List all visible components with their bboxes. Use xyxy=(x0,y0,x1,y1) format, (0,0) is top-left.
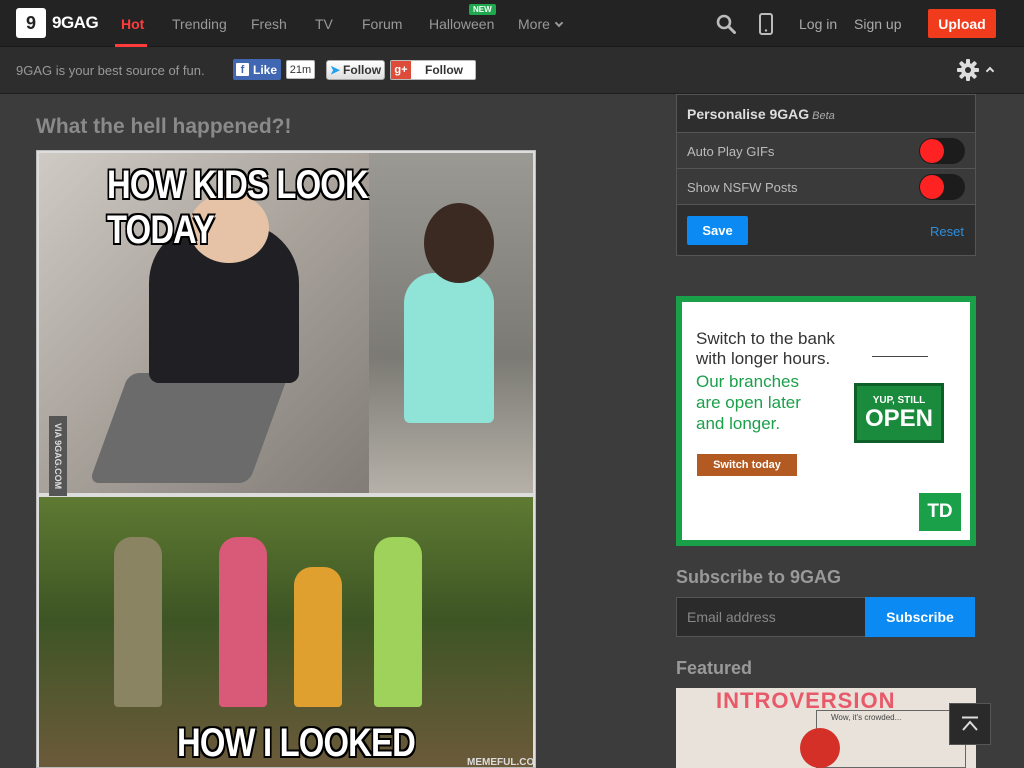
td-bank-ad[interactable]: Switch to the bank with longer hours. Ou… xyxy=(676,296,976,546)
subscribe-button[interactable]: Subscribe xyxy=(865,597,975,637)
nav-tv[interactable]: TV xyxy=(315,16,333,32)
reset-link[interactable]: Reset xyxy=(930,224,964,239)
back-to-top-button[interactable] xyxy=(949,703,991,745)
sign-big-text: OPEN xyxy=(864,404,933,432)
featured-caption: Wow, it's crowded... xyxy=(831,713,902,722)
facebook-like-button[interactable]: f Like xyxy=(233,59,281,80)
new-badge: NEW xyxy=(469,4,496,15)
ad-subline-1: Our branches xyxy=(696,372,799,391)
featured-title: Featured xyxy=(676,658,753,678)
facebook-like-label: Like xyxy=(253,62,278,77)
google-plus-follow-label: Follow xyxy=(425,63,463,77)
nav-hot[interactable]: Hot xyxy=(121,16,144,32)
top-navbar: 9 9GAG Hot Trending Fresh TV Forum NEW H… xyxy=(0,0,1024,47)
show-nsfw-row: Show NSFW Posts xyxy=(677,169,975,205)
ad-subline-2: are open later xyxy=(696,393,801,412)
search-icon[interactable] xyxy=(716,14,736,34)
ad-headline-2: with longer hours. xyxy=(696,349,831,368)
autoplay-gifs-toggle[interactable] xyxy=(919,138,965,164)
mobile-icon[interactable] xyxy=(759,13,773,35)
meme-top-caption: HOW KIDS LOOK TODAY xyxy=(107,163,369,252)
show-nsfw-toggle[interactable] xyxy=(919,174,965,200)
personalise-panel: Personalise 9GAG Beta Auto Play GIFs Show… xyxy=(676,94,976,256)
google-plus-icon: g+ xyxy=(391,61,411,79)
nav-fresh[interactable]: Fresh xyxy=(251,16,287,32)
via-9gag-watermark: VIA 9GAG.COM xyxy=(49,416,67,496)
kid-figure xyxy=(404,273,494,423)
email-field[interactable] xyxy=(676,597,865,637)
logo[interactable]: 9 9GAG xyxy=(16,8,99,38)
ad-switch-today-button[interactable]: Switch today xyxy=(697,454,797,476)
twitter-follow-label: Follow xyxy=(343,63,382,77)
nav-more[interactable]: More xyxy=(518,16,564,32)
post-title[interactable]: What the hell happened?! xyxy=(36,115,292,139)
twitter-bird-icon: ➤ xyxy=(329,63,341,77)
nav-more-label: More xyxy=(518,16,550,32)
twitter-follow-button[interactable]: ➤ Follow xyxy=(326,60,385,80)
chevron-down-icon xyxy=(554,18,564,28)
login-link[interactable]: Log in xyxy=(799,16,837,32)
sub-bar: 9GAG is your best source of fun. xyxy=(0,47,1024,94)
beta-label: Beta xyxy=(812,110,835,122)
nav-trending[interactable]: Trending xyxy=(172,16,227,32)
memeful-watermark: MEMEFUL.COM xyxy=(467,757,536,768)
nav-halloween[interactable]: Halloween xyxy=(429,16,494,32)
facebook-like-count: 21m xyxy=(286,60,315,79)
sign-small-text: YUP, STILL xyxy=(872,394,926,406)
gear-icon[interactable] xyxy=(957,59,979,81)
tagline: 9GAG is your best source of fun. xyxy=(16,63,205,78)
toggle-knob xyxy=(920,139,944,163)
show-nsfw-label: Show NSFW Posts xyxy=(687,180,798,195)
personalise-title: Personalise 9GAG xyxy=(687,106,810,122)
autoplay-gifs-label: Auto Play GIFs xyxy=(687,144,775,159)
upload-button[interactable]: Upload xyxy=(928,9,996,38)
logo-text: 9GAG xyxy=(52,13,99,32)
signup-link[interactable]: Sign up xyxy=(854,16,901,32)
toggle-knob xyxy=(920,175,944,199)
ad-subline-3: and longer. xyxy=(696,414,781,433)
arrow-up-icon xyxy=(962,716,978,731)
post-image[interactable]: HOW KIDS LOOK TODAY HOW I LOOKED VIA 9GA… xyxy=(36,150,536,768)
facebook-icon: f xyxy=(236,63,249,76)
nav-forum[interactable]: Forum xyxy=(362,16,402,32)
open-sign: YUP, STILL OPEN xyxy=(854,383,944,443)
td-logo: TD xyxy=(919,493,961,531)
autoplay-gifs-row: Auto Play GIFs xyxy=(677,133,975,169)
ad-headline-1: Switch to the bank xyxy=(696,329,835,348)
meme-bottom-caption: HOW I LOOKED xyxy=(177,721,416,765)
save-button[interactable]: Save xyxy=(687,216,748,245)
subscribe-title: Subscribe to 9GAG xyxy=(676,567,842,587)
logo-icon: 9 xyxy=(16,8,46,38)
featured-image[interactable]: INTROVERSION Wow, it's crowded... xyxy=(676,688,976,768)
google-plus-follow-button[interactable]: g+ Follow xyxy=(390,60,476,80)
